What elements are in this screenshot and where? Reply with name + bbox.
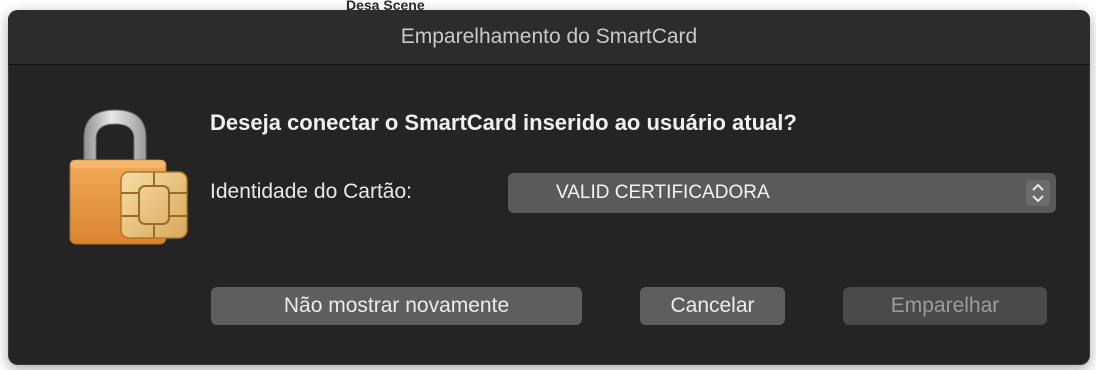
- screenshot-root: Desa Scene Emparelhamento do SmartCard D…: [0, 0, 1096, 370]
- dont-show-again-button[interactable]: Não mostrar novamente: [211, 287, 582, 325]
- identity-select[interactable]: VALID CERTIFICADORA: [508, 173, 1056, 213]
- cancel-button[interactable]: Cancelar: [640, 287, 785, 325]
- dialog-title: Emparelhamento do SmartCard: [400, 25, 698, 48]
- padlock-smartcard-chip-icon: [64, 102, 194, 252]
- pairing-question: Deseja conectar o SmartCard inserido ao …: [210, 110, 797, 135]
- smartcard-pairing-dialog: Emparelhamento do SmartCard Deseja conec…: [8, 10, 1090, 365]
- identity-select-value: VALID CERTIFICADORA: [556, 182, 770, 203]
- identity-label: Identidade do Cartão:: [210, 180, 412, 203]
- dialog-titlebar: Emparelhamento do SmartCard: [8, 10, 1090, 65]
- pair-button[interactable]: Emparelhar: [843, 287, 1047, 325]
- up-down-chevron-icon[interactable]: [1026, 180, 1050, 206]
- lock-chip-svg: [69, 109, 188, 245]
